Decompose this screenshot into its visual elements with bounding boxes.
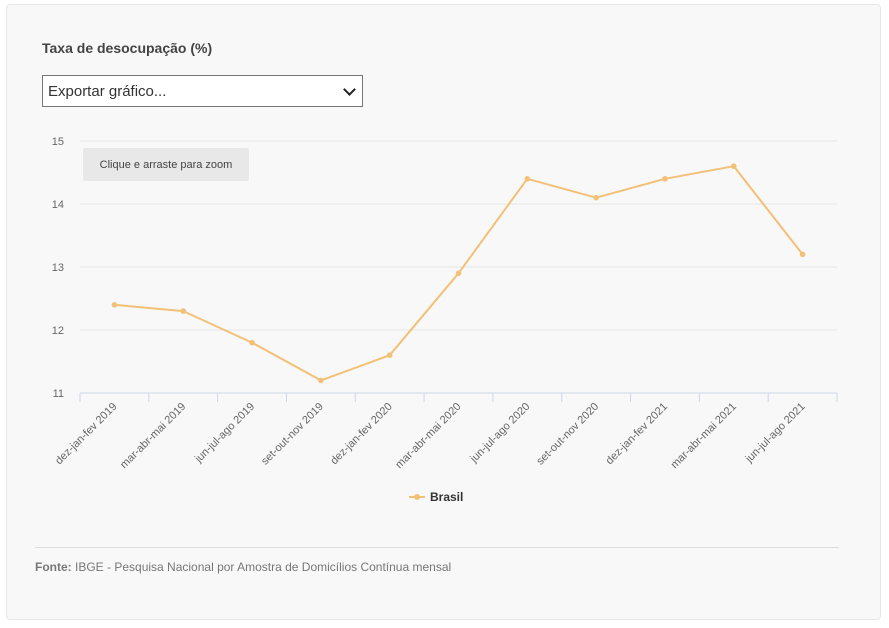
x-tick-label: dez-jan-fev 2019 — [53, 401, 119, 467]
source-note: Fonte: IBGE - Pesquisa Nacional por Amos… — [35, 560, 451, 574]
y-tick-label: 13 — [52, 262, 64, 274]
data-point — [455, 270, 462, 277]
x-tick-label: set-out-nov 2019 — [259, 401, 326, 468]
line-chart[interactable]: 1112131415dez-jan-fev 2019mar-abr-mai 20… — [0, 0, 889, 628]
data-point — [593, 194, 599, 201]
data-point — [386, 352, 393, 359]
x-tick-label: mar-abr-mai 2019 — [118, 401, 188, 471]
x-tick-label: mar-abr-mai 2020 — [393, 401, 463, 471]
legend-label: Brasil — [430, 490, 464, 504]
x-tick-label: jun-jul-ago 2019 — [192, 401, 257, 466]
x-tick-label: dez-jan-fev 2021 — [604, 401, 670, 467]
data-point — [318, 377, 324, 384]
x-tick-label: jun-jul-ago 2020 — [467, 401, 532, 466]
footer-divider — [35, 547, 839, 548]
legend-line-dot-icon — [409, 492, 425, 502]
x-tick-label: mar-abr-mai 2021 — [669, 401, 739, 471]
x-tick-label: set-out-nov 2020 — [534, 401, 601, 468]
y-tick-label: 15 — [52, 136, 64, 148]
zoom-hint: Clique e arraste para zoom — [83, 148, 249, 181]
y-tick-label: 14 — [52, 199, 64, 211]
source-text: IBGE - Pesquisa Nacional por Amostra de … — [75, 560, 452, 574]
data-point — [662, 176, 668, 182]
data-point — [524, 176, 531, 182]
data-point — [111, 302, 118, 308]
x-tick-label: jun-jul-ago 2021 — [743, 401, 808, 466]
x-tick-label: dez-jan-fev 2020 — [328, 401, 394, 467]
data-point — [799, 251, 806, 258]
data-point — [249, 339, 255, 346]
legend-item-brasil[interactable]: Brasil — [409, 490, 463, 504]
y-tick-label: 12 — [52, 325, 64, 337]
y-tick-label: 11 — [53, 388, 64, 400]
data-point — [180, 308, 187, 314]
source-label: Fonte: — [35, 560, 72, 574]
data-point — [730, 163, 737, 169]
